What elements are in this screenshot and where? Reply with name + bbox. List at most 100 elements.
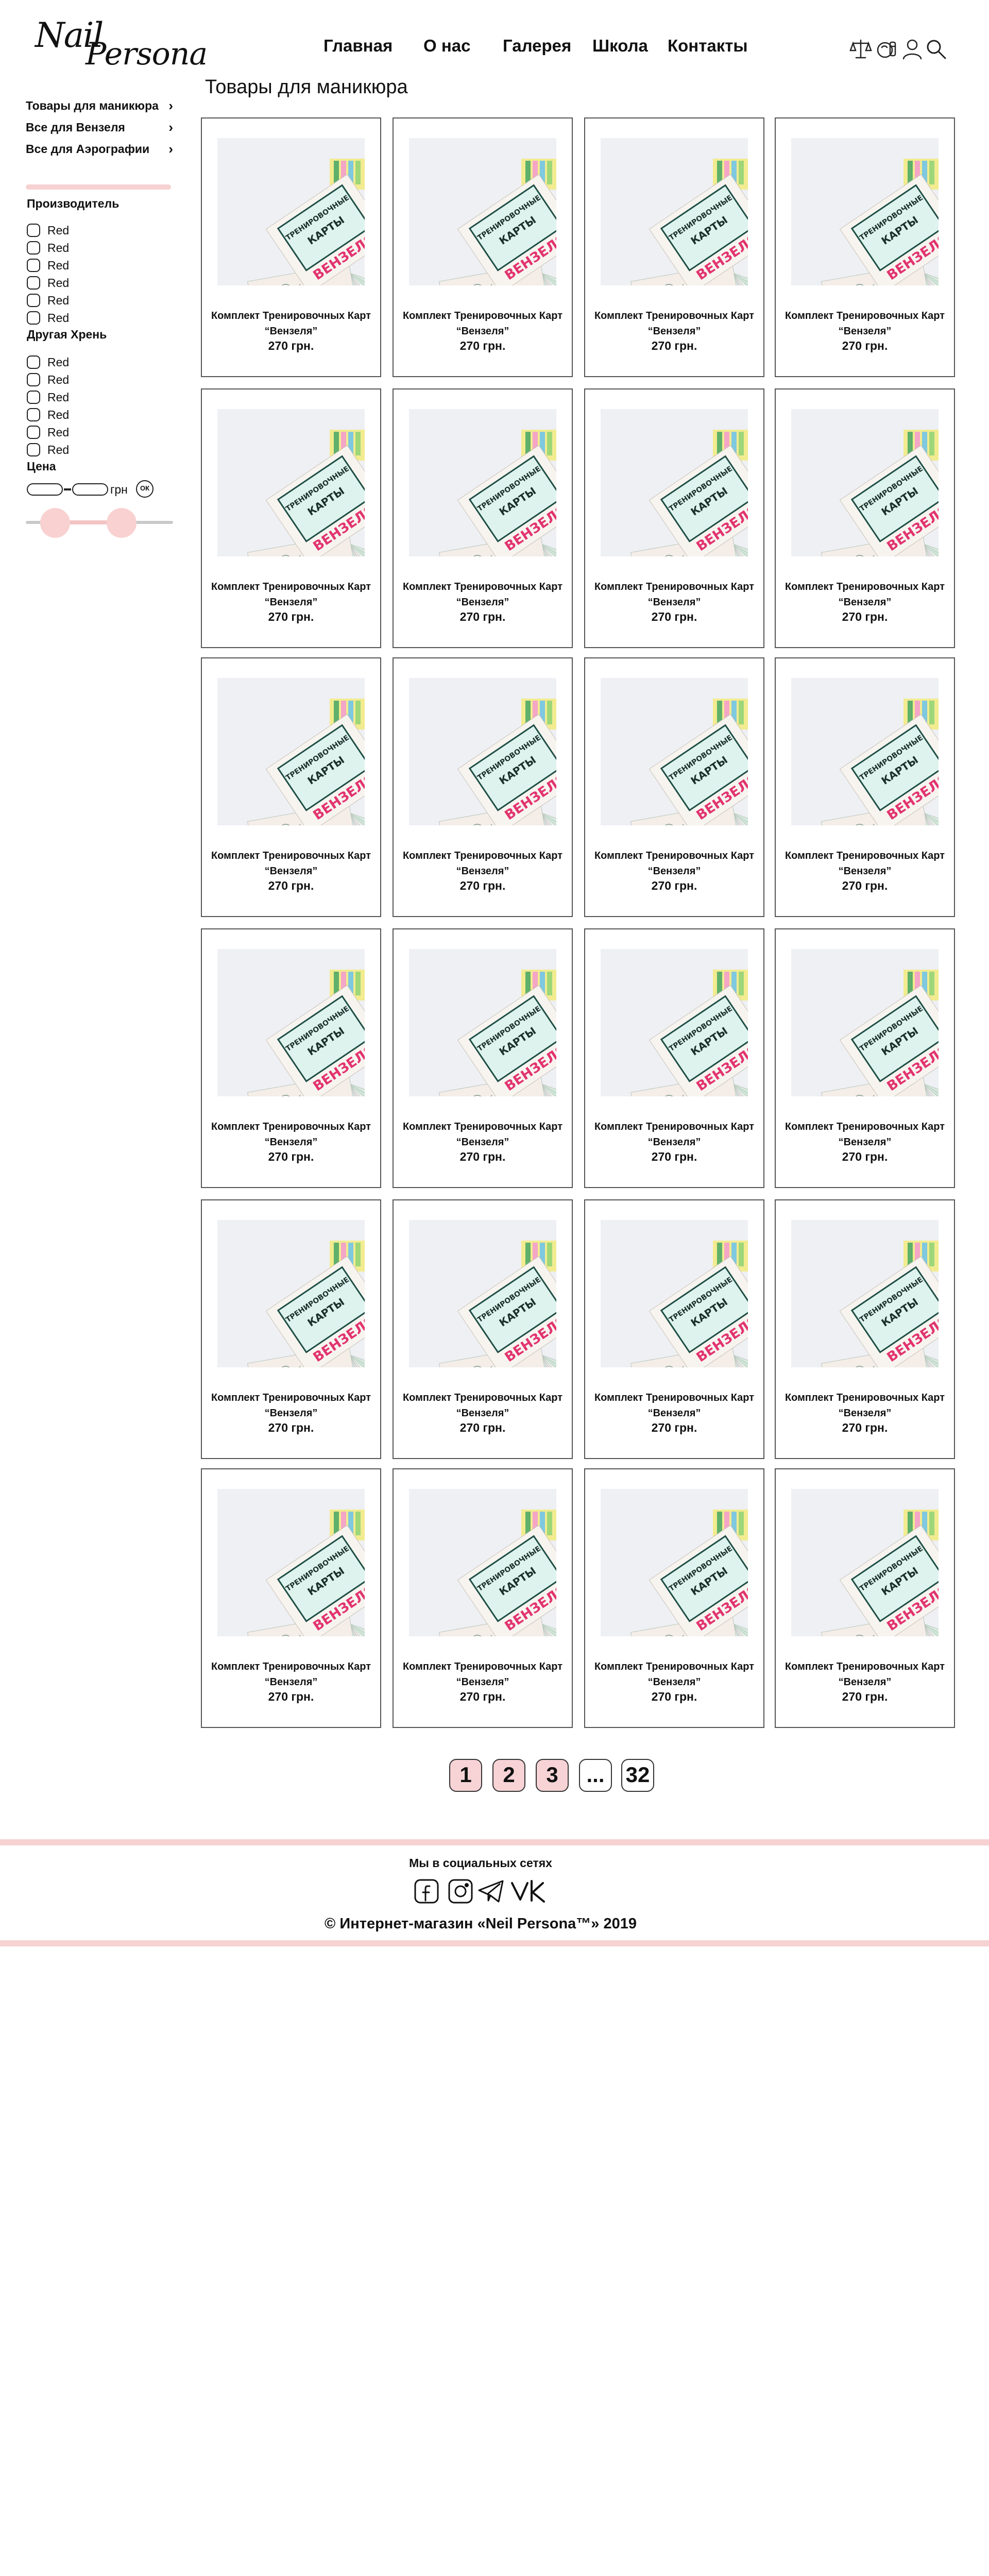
product-name[interactable]: Комплект Тренировочных Карт “Вензеля”	[399, 308, 567, 339]
product-name[interactable]: Комплект Тренировочных Карт “Вензеля”	[207, 1659, 375, 1690]
sidebar-category-manicure[interactable]: Товары для маникюра ›	[26, 98, 173, 113]
telegram-icon[interactable]	[477, 1877, 506, 1906]
product-name[interactable]: Комплект Тренировочных Карт “Вензеля”	[781, 1119, 949, 1150]
product-name[interactable]: Комплект Тренировочных Карт “Вензеля”	[207, 308, 375, 339]
checkbox[interactable]	[27, 224, 40, 237]
product-name[interactable]: Комплект Тренировочных Карт “Вензеля”	[781, 308, 949, 339]
nav-school[interactable]: Школа	[592, 36, 648, 56]
page-button-5[interactable]: 32	[621, 1759, 654, 1792]
scales-icon[interactable]	[849, 37, 873, 61]
product-name[interactable]: Комплект Тренировочных Карт “Вензеля”	[590, 1390, 758, 1421]
checkbox[interactable]	[27, 443, 40, 456]
product-name[interactable]: Комплект Тренировочных Карт “Вензеля”	[207, 1119, 375, 1150]
nav-gallery[interactable]: Галерея	[503, 36, 571, 56]
product-card[interactable]: ТРЕНИРОВОЧНЫЕ КАРТЫ ВЕНЗЕЛЯ Комплект Тренир…	[393, 388, 573, 648]
price-min-input[interactable]	[27, 483, 63, 496]
product-name[interactable]: Комплект Тренировочных Карт “Вензеля”	[590, 1659, 758, 1690]
product-card[interactable]: ТРЕНИРОВОЧНЫЕ КАРТЫ ВЕНЗЕЛЯ Комплект Тренир…	[201, 1199, 381, 1459]
product-name[interactable]: Комплект Тренировочных Карт “Вензеля”	[781, 848, 949, 879]
product-name[interactable]: Комплект Тренировочных Карт “Вензеля”	[590, 579, 758, 610]
product-image[interactable]: ТРЕНИРОВОЧНЫЕ КАРТЫ ВЕНЗЕЛЯ	[409, 949, 556, 1096]
logo[interactable]: Nail Persona	[35, 15, 208, 72]
product-card[interactable]: ТРЕНИРОВОЧНЫЕ КАРТЫ ВЕНЗЕЛЯ Комплект Тренир…	[775, 117, 955, 377]
instagram-icon[interactable]	[446, 1877, 475, 1906]
product-card[interactable]: ТРЕНИРОВОЧНЫЕ КАРТЫ ВЕНЗЕЛЯ Комплект Тренир…	[393, 1199, 573, 1459]
product-image[interactable]: ТРЕНИРОВОЧНЫЕ КАРТЫ ВЕНЗЕЛЯ	[409, 1220, 556, 1367]
product-image[interactable]: ТРЕНИРОВОЧНЫЕ КАРТЫ ВЕНЗЕЛЯ	[791, 1220, 939, 1367]
checkbox[interactable]	[27, 373, 40, 386]
price-ok-button[interactable]: ОК	[136, 480, 154, 498]
checkbox[interactable]	[27, 355, 40, 369]
cosmetics-icon[interactable]	[875, 37, 898, 61]
nav-about[interactable]: О нас	[423, 36, 470, 56]
product-name[interactable]: Комплект Тренировочных Карт “Вензеля”	[207, 579, 375, 610]
product-image[interactable]: ТРЕНИРОВОЧНЫЕ КАРТЫ ВЕНЗЕЛЯ	[409, 1489, 556, 1636]
page-button-4[interactable]: ...	[579, 1759, 612, 1792]
page-button-3[interactable]: 3	[536, 1759, 569, 1792]
product-name[interactable]: Комплект Тренировочных Карт “Вензеля”	[590, 848, 758, 879]
product-image[interactable]: ТРЕНИРОВОЧНЫЕ КАРТЫ ВЕНЗЕЛЯ	[601, 949, 748, 1096]
product-image[interactable]: ТРЕНИРОВОЧНЫЕ КАРТЫ ВЕНЗЕЛЯ	[601, 409, 748, 556]
checkbox[interactable]	[27, 241, 40, 255]
facebook-icon[interactable]	[412, 1877, 441, 1906]
checkbox[interactable]	[27, 294, 40, 307]
product-image[interactable]: ТРЕНИРОВОЧНЫЕ КАРТЫ ВЕНЗЕЛЯ	[217, 678, 365, 825]
product-card[interactable]: ТРЕНИРОВОЧНЫЕ КАРТЫ ВЕНЗЕЛЯ Комплект Тренир…	[201, 928, 381, 1188]
product-card[interactable]: ТРЕНИРОВОЧНЫЕ КАРТЫ ВЕНЗЕЛЯ Комплект Тренир…	[393, 117, 573, 377]
product-card[interactable]: ТРЕНИРОВОЧНЫЕ КАРТЫ ВЕНЗЕЛЯ Комплект Тренир…	[393, 657, 573, 917]
sidebar-category-venzel[interactable]: Все для Вензеля ›	[26, 120, 173, 135]
product-image[interactable]: ТРЕНИРОВОЧНЫЕ КАРТЫ ВЕНЗЕЛЯ	[217, 949, 365, 1096]
product-card[interactable]: ТРЕНИРОВОЧНЫЕ КАРТЫ ВЕНЗЕЛЯ Комплект Тренир…	[584, 388, 764, 648]
sidebar-category-airbrush[interactable]: Все для Аэрографии ›	[26, 141, 173, 157]
product-card[interactable]: ТРЕНИРОВОЧНЫЕ КАРТЫ ВЕНЗЕЛЯ Комплект Тренир…	[584, 928, 764, 1188]
product-image[interactable]: ТРЕНИРОВОЧНЫЕ КАРТЫ ВЕНЗЕЛЯ	[791, 138, 939, 285]
product-card[interactable]: ТРЕНИРОВОЧНЫЕ КАРТЫ ВЕНЗЕЛЯ Комплект Тренир…	[775, 388, 955, 648]
product-card[interactable]: ТРЕНИРОВОЧНЫЕ КАРТЫ ВЕНЗЕЛЯ Комплект Тренир…	[584, 1199, 764, 1459]
product-name[interactable]: Комплект Тренировочных Карт “Вензеля”	[399, 1119, 567, 1150]
product-image[interactable]: ТРЕНИРОВОЧНЫЕ КАРТЫ ВЕНЗЕЛЯ	[217, 1489, 365, 1636]
product-image[interactable]: ТРЕНИРОВОЧНЫЕ КАРТЫ ВЕНЗЕЛЯ	[791, 678, 939, 825]
checkbox[interactable]	[27, 408, 40, 421]
product-name[interactable]: Комплект Тренировочных Карт “Вензеля”	[781, 1659, 949, 1690]
product-card[interactable]: ТРЕНИРОВОЧНЫЕ КАРТЫ ВЕНЗЕЛЯ Комплект Тренир…	[775, 1468, 955, 1728]
product-card[interactable]: ТРЕНИРОВОЧНЫЕ КАРТЫ ВЕНЗЕЛЯ Комплект Тренир…	[201, 388, 381, 648]
product-name[interactable]: Комплект Тренировочных Карт “Вензеля”	[781, 579, 949, 610]
product-card[interactable]: ТРЕНИРОВОЧНЫЕ КАРТЫ ВЕНЗЕЛЯ Комплект Тренир…	[393, 928, 573, 1188]
nav-contacts[interactable]: Контакты	[668, 36, 748, 56]
product-card[interactable]: ТРЕНИРОВОЧНЫЕ КАРТЫ ВЕНЗЕЛЯ Комплект Тренир…	[393, 1468, 573, 1728]
product-card[interactable]: ТРЕНИРОВОЧНЫЕ КАРТЫ ВЕНЗЕЛЯ Комплект Тренир…	[775, 928, 955, 1188]
product-name[interactable]: Комплект Тренировочных Карт “Вензеля”	[207, 1390, 375, 1421]
product-name[interactable]: Комплект Тренировочных Карт “Вензеля”	[399, 1390, 567, 1421]
product-image[interactable]: ТРЕНИРОВОЧНЫЕ КАРТЫ ВЕНЗЕЛЯ	[409, 138, 556, 285]
product-image[interactable]: ТРЕНИРОВОЧНЫЕ КАРТЫ ВЕНЗЕЛЯ	[601, 678, 748, 825]
page-button-2[interactable]: 2	[492, 1759, 525, 1792]
product-image[interactable]: ТРЕНИРОВОЧНЫЕ КАРТЫ ВЕНЗЕЛЯ	[601, 138, 748, 285]
nav-home[interactable]: Главная	[323, 36, 393, 56]
checkbox[interactable]	[27, 311, 40, 325]
checkbox[interactable]	[27, 391, 40, 404]
price-max-input[interactable]	[72, 483, 108, 496]
product-name[interactable]: Комплект Тренировочных Карт “Вензеля”	[781, 1390, 949, 1421]
product-image[interactable]: ТРЕНИРОВОЧНЫЕ КАРТЫ ВЕНЗЕЛЯ	[409, 409, 556, 556]
product-name[interactable]: Комплект Тренировочных Карт “Вензеля”	[399, 848, 567, 879]
checkbox[interactable]	[27, 276, 40, 290]
product-image[interactable]: ТРЕНИРОВОЧНЫЕ КАРТЫ ВЕНЗЕЛЯ	[217, 138, 365, 285]
product-card[interactable]: ТРЕНИРОВОЧНЫЕ КАРТЫ ВЕНЗЕЛЯ Комплект Тренир…	[201, 117, 381, 377]
product-image[interactable]: ТРЕНИРОВОЧНЫЕ КАРТЫ ВЕНЗЕЛЯ	[601, 1489, 748, 1636]
product-image[interactable]: ТРЕНИРОВОЧНЫЕ КАРТЫ ВЕНЗЕЛЯ	[601, 1220, 748, 1367]
product-card[interactable]: ТРЕНИРОВОЧНЫЕ КАРТЫ ВЕНЗЕЛЯ Комплект Тренир…	[584, 657, 764, 917]
product-card[interactable]: ТРЕНИРОВОЧНЫЕ КАРТЫ ВЕНЗЕЛЯ Комплект Тренир…	[201, 657, 381, 917]
product-name[interactable]: Комплект Тренировочных Карт “Вензеля”	[207, 848, 375, 879]
product-image[interactable]: ТРЕНИРОВОЧНЫЕ КАРТЫ ВЕНЗЕЛЯ	[791, 949, 939, 1096]
product-card[interactable]: ТРЕНИРОВОЧНЫЕ КАРТЫ ВЕНЗЕЛЯ Комплект Тренир…	[775, 1199, 955, 1459]
product-image[interactable]: ТРЕНИРОВОЧНЫЕ КАРТЫ ВЕНЗЕЛЯ	[791, 409, 939, 556]
product-card[interactable]: ТРЕНИРОВОЧНЫЕ КАРТЫ ВЕНЗЕЛЯ Комплект Тренир…	[201, 1468, 381, 1728]
product-name[interactable]: Комплект Тренировочных Карт “Вензеля”	[590, 1119, 758, 1150]
vk-icon[interactable]	[510, 1877, 546, 1906]
search-icon[interactable]	[924, 37, 948, 61]
price-slider-max-handle[interactable]	[106, 508, 137, 538]
product-name[interactable]: Комплект Тренировочных Карт “Вензеля”	[590, 308, 758, 339]
product-image[interactable]: ТРЕНИРОВОЧНЫЕ КАРТЫ ВЕНЗЕЛЯ	[791, 1489, 939, 1636]
price-slider-min-handle[interactable]	[40, 508, 71, 538]
product-card[interactable]: ТРЕНИРОВОЧНЫЕ КАРТЫ ВЕНЗЕЛЯ Комплект Тренир…	[775, 657, 955, 917]
